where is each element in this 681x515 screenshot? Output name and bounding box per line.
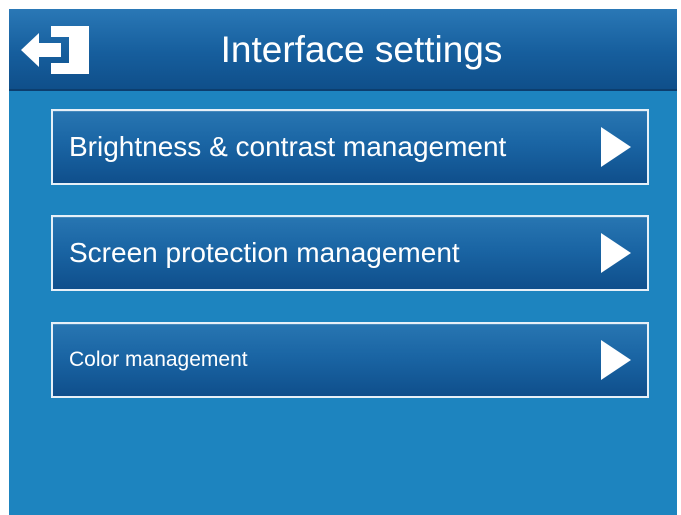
page-title: Interface settings	[220, 29, 503, 70]
chevron-right-icon	[599, 125, 633, 169]
header-bar: Interface settings	[9, 9, 677, 91]
chevron-right-icon	[599, 231, 633, 275]
menu-item-brightness-contrast[interactable]: Brightness & contrast management	[51, 109, 649, 185]
menu-item-label: Color management	[69, 348, 248, 371]
exit-arrow-icon	[21, 26, 89, 74]
menu-item-screen-protection[interactable]: Screen protection management	[51, 215, 649, 291]
menu-item-label: Brightness & contrast management	[69, 131, 507, 162]
back-button[interactable]	[17, 21, 95, 79]
menu-item-label: Screen protection management	[69, 237, 460, 268]
menu-item-color-management[interactable]: Color management	[51, 322, 649, 398]
settings-screen: Interface settings Brightness & contrast…	[9, 9, 677, 515]
chevron-right-icon	[599, 338, 633, 382]
